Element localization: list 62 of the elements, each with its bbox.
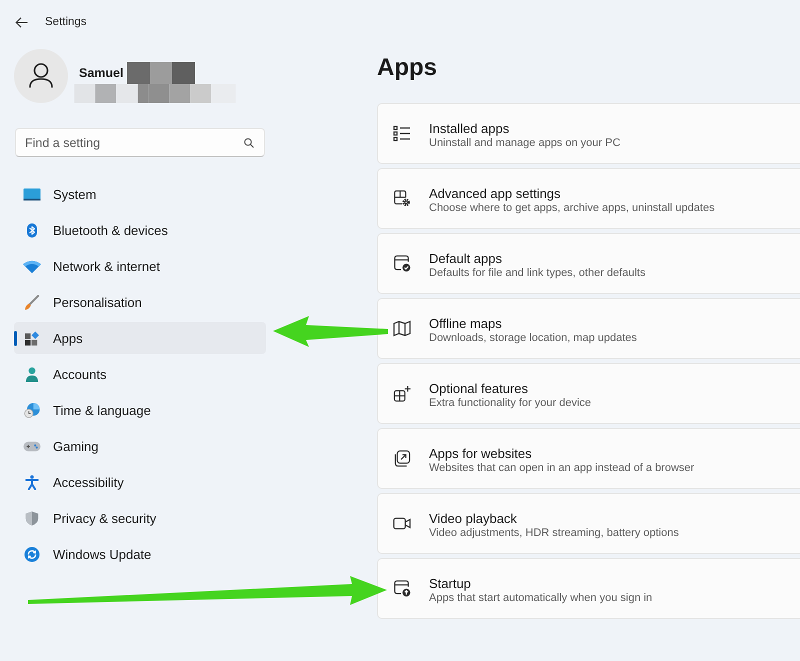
arrow-left-icon (15, 16, 28, 28)
card-subtitle: Downloads, storage location, map updates (429, 331, 637, 346)
card-title: Optional features (429, 381, 530, 396)
nav-item[interactable]: Accessibility (14, 466, 266, 498)
person-icon (23, 366, 41, 382)
card-title: Advanced app settings (429, 186, 562, 201)
nav-item[interactable]: System (14, 178, 266, 210)
nav-item[interactable]: Personalisation (14, 286, 266, 318)
card-subtitle: Apps that start automatically when you sign in (429, 591, 652, 606)
settings-card[interactable]: Apps for websites Websites that can open in an app instead of a browser (377, 428, 800, 489)
settings-card[interactable]: Video playback Video adjustments, HDR streaming, battery options (377, 493, 800, 554)
card-title: Default apps (429, 251, 503, 266)
nav-item[interactable]: Apps (14, 322, 266, 354)
paintbrush-icon (23, 294, 41, 310)
page-title: Apps (377, 53, 437, 83)
nav-item[interactable]: Bluetooth & devices (14, 214, 266, 246)
card-subtitle: Websites that can open in an app instead of a browser (429, 461, 694, 476)
apps-grid-icon (23, 330, 41, 346)
person-avatar-icon (14, 49, 68, 103)
user-name: Samuel (79, 65, 124, 81)
nav-item[interactable]: Time & language (14, 394, 266, 426)
window-check-icon (393, 255, 411, 272)
nav-item[interactable]: Accounts (14, 358, 266, 390)
card-subtitle: Extra functionality for your device (429, 396, 592, 411)
settings-card[interactable]: Offline maps Downloads, storage location, map updates (377, 298, 800, 359)
settings-card[interactable]: Advanced app settings Choose where to get apps, archive apps, uninstall updates (377, 168, 800, 229)
sync-icon (23, 546, 41, 562)
settings-card[interactable]: Installed apps Uninstall and manage apps on your PC (377, 103, 800, 164)
accessibility-icon (23, 474, 41, 490)
card-subtitle: Choose where to get apps, archive apps, uninstall updates (429, 201, 715, 216)
card-title: Offline maps (429, 316, 503, 331)
shield-icon (23, 510, 41, 526)
window-gear-icon (393, 190, 411, 207)
video-camera-icon (393, 515, 411, 532)
window-arrow-up-icon (393, 580, 411, 597)
settings-card[interactable]: Startup Apps that start automatically when you sign in (377, 558, 800, 619)
wifi-icon (23, 258, 41, 274)
nav-item[interactable]: Network & internet (14, 250, 266, 282)
monitor-icon (23, 186, 41, 202)
map-icon (393, 320, 411, 337)
nav-item[interactable]: Gaming (14, 430, 266, 462)
nav-item[interactable]: Windows Update (14, 538, 266, 570)
selection-indicator (14, 331, 17, 346)
search-field[interactable]: Find a setting (15, 128, 265, 157)
settings-card[interactable]: Default apps Defaults for file and link types, other defaults (377, 233, 800, 294)
search-icon (244, 138, 254, 148)
card-title: Startup (429, 576, 472, 591)
globe-clock-icon (23, 402, 41, 418)
settings-card[interactable]: Optional features Extra functionality for your device (377, 363, 800, 424)
open-external-icon (393, 450, 411, 467)
card-subtitle: Video adjustments, HDR streaming, battery options (429, 526, 679, 541)
back-button[interactable] (15, 16, 28, 28)
card-title: Installed apps (429, 121, 510, 136)
grid-plus-icon (393, 385, 411, 402)
card-title: Video playback (429, 511, 518, 526)
nav-item[interactable]: Privacy & security (14, 502, 266, 534)
card-subtitle: Uninstall and manage apps on your PC (429, 136, 620, 151)
gamepad-icon (23, 438, 41, 454)
card-subtitle: Defaults for file and link types, other defaults (429, 266, 646, 281)
window-title: Settings (45, 16, 87, 28)
list-icon (393, 125, 411, 142)
card-title: Apps for websites (429, 446, 533, 461)
